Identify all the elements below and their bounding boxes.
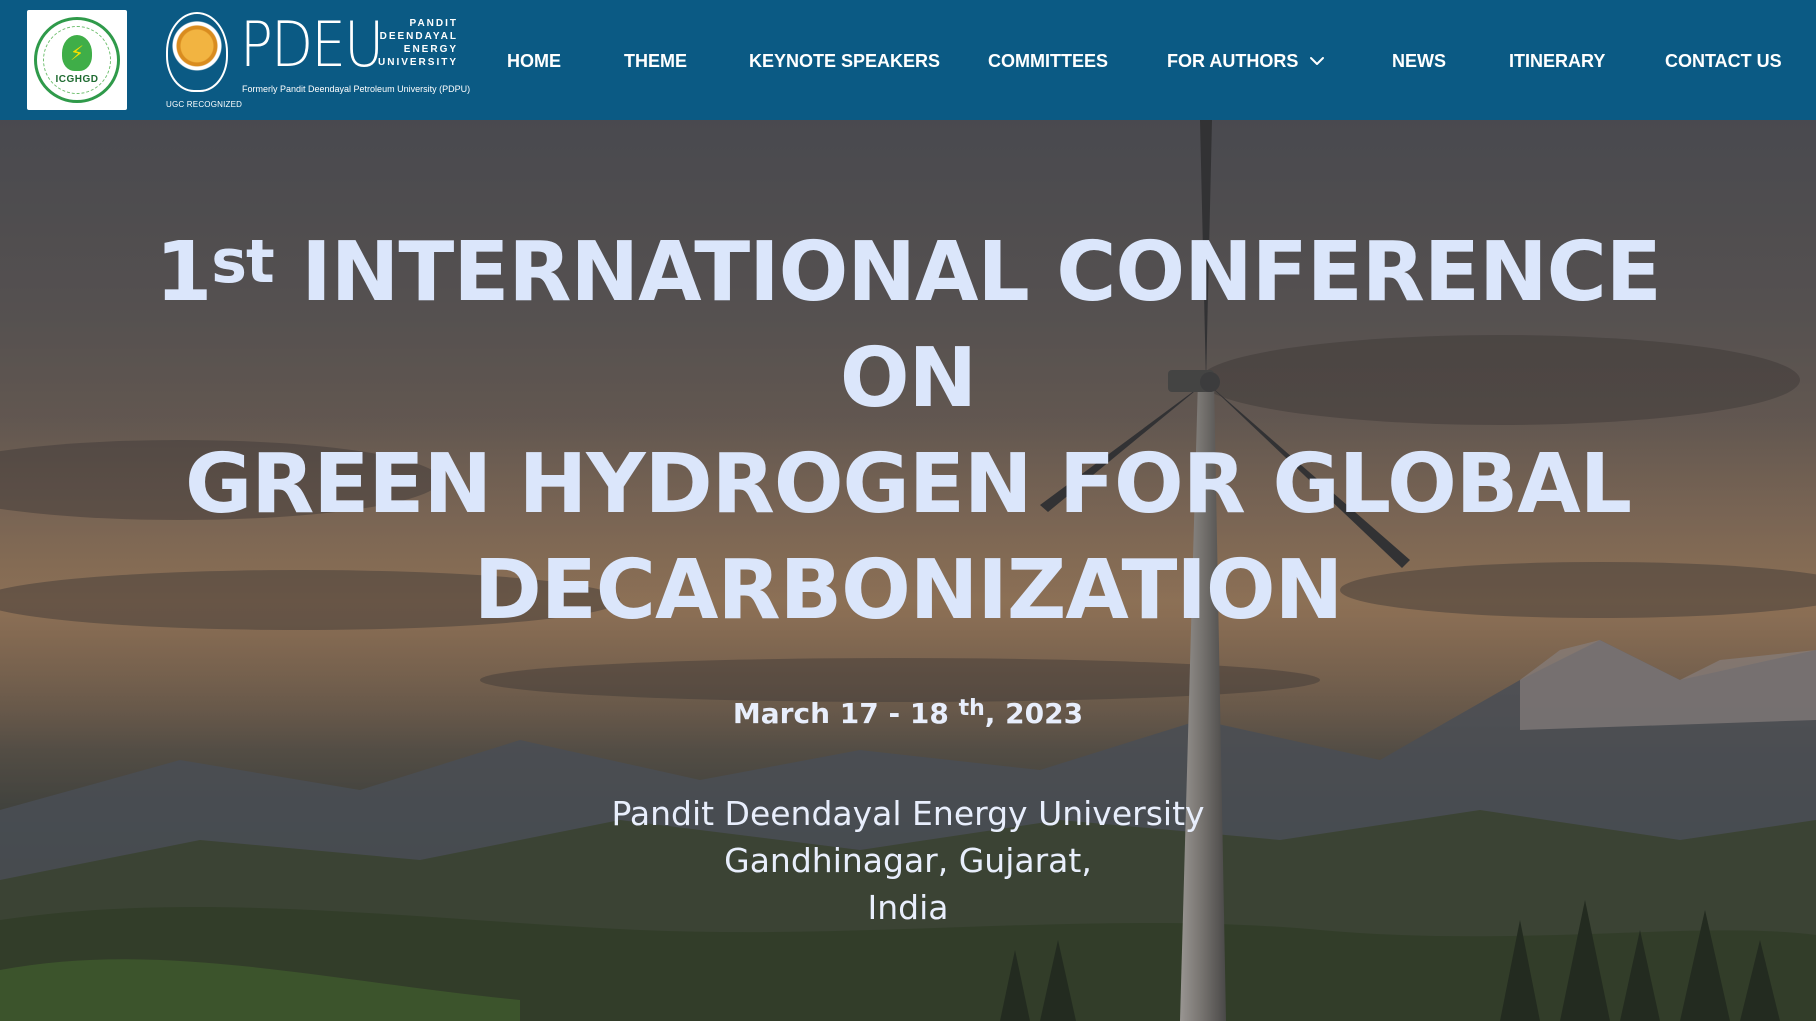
title-line-4: DECARBONIZATION [473,543,1344,638]
nav-contact-us[interactable]: CONTACT US [1665,49,1782,73]
venue-line: Gandhinagar, Gujarat, [724,841,1092,880]
date-end: , 2023 [984,697,1084,730]
venue-line: Pandit Deendayal Energy University [611,794,1205,833]
nav-for-authors-label: FOR AUTHORS [1167,51,1299,71]
ordinal-suffix: st [211,227,274,297]
chevron-down-icon [1310,57,1325,65]
conference-title: 1st INTERNATIONAL CONFERENCE ON GREEN HY… [0,220,1816,644]
conference-dates: March 17 - 18 th, 2023 [0,697,1816,730]
navbar: ⚡ ICGHGD UGC RECOGNIZED PDEU PANDIT DEEN… [0,0,1816,120]
date-suffix: th [958,696,985,721]
title-line-2: ON [839,331,977,426]
conference-venue: Pandit Deendayal Energy University Gandh… [0,790,1816,931]
nav-theme[interactable]: THEME [624,49,687,73]
venue-line: India [867,888,949,927]
main-nav: HOME THEME KEYNOTE SPEAKERS COMMITTEES F… [0,0,1816,120]
nav-keynote-speakers[interactable]: KEYNOTE SPEAKERS [749,49,940,73]
nav-home[interactable]: HOME [507,49,561,73]
title-line-3: GREEN HYDROGEN FOR GLOBAL [184,437,1632,532]
hero-banner: 1st INTERNATIONAL CONFERENCE ON GREEN HY… [0,120,1816,1021]
nav-committees[interactable]: COMMITTEES [988,49,1108,73]
title-line-1: 1st INTERNATIONAL CONFERENCE [0,220,1816,326]
nav-for-authors[interactable]: FOR AUTHORS [1167,49,1326,73]
nav-news[interactable]: NEWS [1392,49,1446,73]
title-line-1-text: INTERNATIONAL CONFERENCE [273,225,1662,320]
date-start: March 17 - 18 [732,697,949,730]
ordinal-number: 1 [155,225,212,320]
nav-itinerary[interactable]: ITINERARY [1509,49,1605,73]
